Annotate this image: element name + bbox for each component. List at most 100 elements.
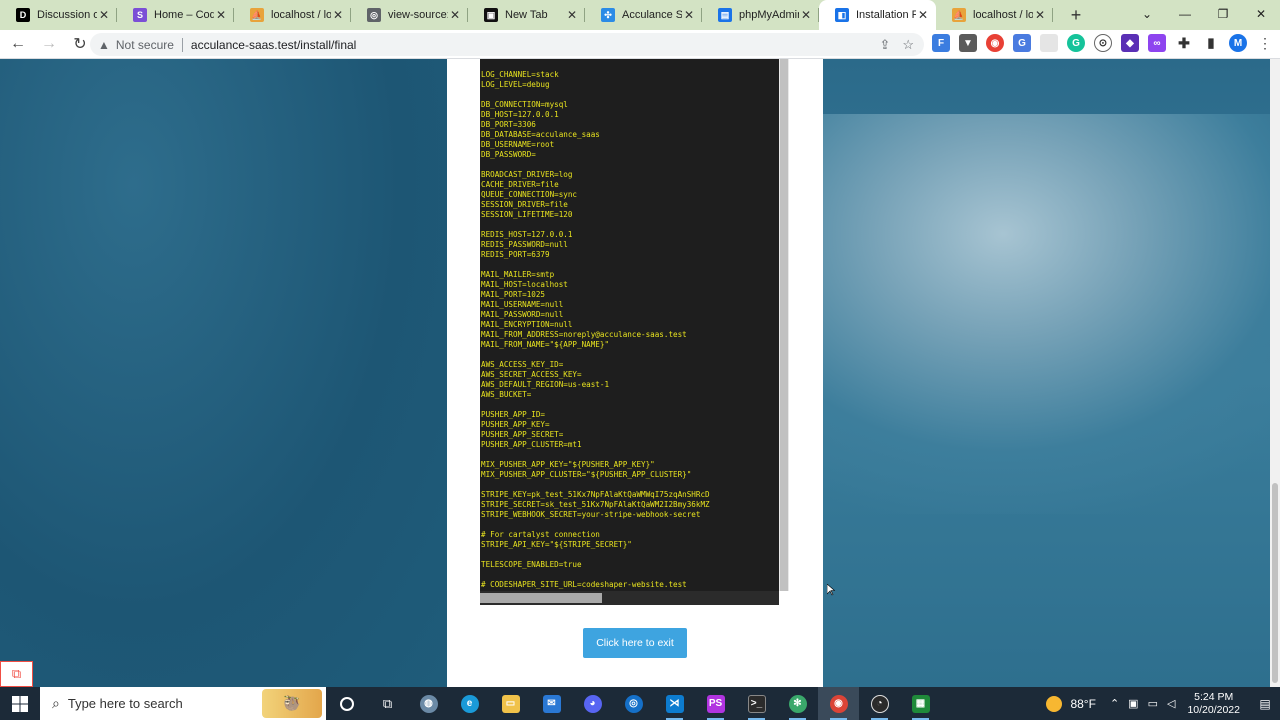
close-tab-icon[interactable]: ✕ [916,8,930,22]
close-tab-icon[interactable]: ✕ [214,8,228,22]
codeshaper-icon: S [133,8,147,22]
extension-icon[interactable]: ◆ [1121,34,1139,52]
window-controls: ⌄ — ❐ ✕ [1128,0,1280,30]
tab-title: New Tab [505,9,548,21]
task-view-icon[interactable]: ⧉ [367,687,408,720]
browser-tab[interactable]: ⛵ localhost / loc ✕ [234,0,351,30]
page-scrollbar[interactable] [1270,59,1280,687]
doc-icon: ▤ [718,8,732,22]
env-file-textarea[interactable]: LOG_CHANNEL=stack LOG_LEVEL=debug DB_CON… [480,59,779,605]
close-tab-icon[interactable]: ✕ [331,8,345,22]
extension-icon[interactable]: ⊙ [1094,34,1112,52]
close-tab-icon[interactable]: ✕ [97,8,111,22]
tab-search-icon[interactable]: ⌄ [1128,0,1166,28]
cortana-icon[interactable] [326,687,367,720]
volume-icon[interactable]: ◁ [1167,697,1175,710]
background-image-left [0,59,447,687]
extension-icon[interactable] [1040,34,1058,52]
env-file-content: LOG_CHANNEL=stack LOG_LEVEL=debug DB_CON… [481,70,710,589]
env-vertical-scrollbar[interactable] [779,59,789,591]
tab-title: phpMyAdmin [739,9,799,21]
browser-tab[interactable]: ◧ Installation Fi ✕ [819,0,936,30]
exit-button[interactable]: Click here to exit [583,628,687,658]
system-tray: 88°F ⌃ ▣ ▭ ◁ 5:24 PM 10/20/2022 ▤ [1046,687,1280,720]
back-button[interactable]: ← [5,31,31,57]
extension-icon[interactable]: ▼ [959,34,977,52]
clock-time: 5:24 PM [1194,690,1234,703]
mail-icon[interactable]: ✉ [531,687,572,720]
browser-tab[interactable]: ▤ phpMyAdmin ✕ [702,0,819,30]
minimize-button[interactable]: — [1166,0,1204,28]
omnibox-separator [181,37,183,52]
phpstorm-icon[interactable]: PS [695,687,736,720]
maximize-button[interactable]: ❐ [1204,0,1242,28]
close-window-button[interactable]: ✕ [1242,0,1280,28]
app-icon[interactable]: ▦ [900,687,941,720]
start-button[interactable] [0,687,40,720]
close-tab-icon[interactable]: ✕ [565,8,579,22]
browser-tab[interactable]: ◎ view-source: ✕ [351,0,468,30]
extension-icon[interactable]: F [932,34,950,52]
env-horizontal-scrollbar[interactable] [480,591,779,605]
close-tab-icon[interactable]: ✕ [448,8,462,22]
page-scroll-thumb[interactable] [1272,483,1278,683]
clock[interactable]: 5:24 PM 10/20/2022 [1187,691,1240,717]
edge-icon[interactable]: e [449,687,490,720]
tab-title: Discussion on [37,9,97,21]
installer-icon: ◧ [835,8,849,22]
terminal-icon[interactable]: >_ [736,687,777,720]
close-tab-icon[interactable]: ✕ [799,8,813,22]
app-icon[interactable]: ✻ [777,687,818,720]
forward-button[interactable]: → [36,31,62,57]
env-horizontal-scroll-thumb[interactable] [480,593,602,603]
notification-icon[interactable]: ▤ [1250,697,1280,711]
phpmyadmin-icon: ⛵ [250,8,264,22]
tab-list: DDiscussion on✕SHome – Code✕⛵localhost /… [0,0,1053,30]
network-icon[interactable]: ▭ [1148,697,1158,710]
env-vertical-scroll-thumb[interactable] [780,59,788,591]
tab-title: Home – Code [154,9,214,21]
globe-icon: ◎ [367,8,381,22]
not-secure-label[interactable]: Not secure [116,38,174,52]
chrome-icon[interactable]: ◉ [818,687,859,720]
outlook-icon[interactable]: ◎ [613,687,654,720]
discord-icon[interactable]: ◕ [572,687,613,720]
side-panel-icon[interactable]: ▮ [1202,34,1220,52]
url-text[interactable]: acculance-saas.test/install/final [191,38,356,52]
browser-tab[interactable]: D Discussion on✕ [0,0,117,30]
profile-avatar[interactable]: M [1229,34,1247,52]
dev-community-icon: D [16,8,30,22]
tab-strip: DDiscussion on✕SHome – Code✕⛵localhost /… [0,0,1280,30]
tab-title: view-source: [388,9,448,21]
app-icon[interactable]: ◔ [859,687,900,720]
weather-widget[interactable]: 88°F [1046,695,1096,712]
file-explorer-icon[interactable]: ▭ [490,687,531,720]
bookmark-star-icon[interactable]: ☆ [902,37,914,53]
close-tab-icon[interactable]: ✕ [1033,8,1047,22]
extensions-puzzle-icon[interactable]: ✚ [1175,34,1193,52]
warning-icon[interactable]: ▲ [98,38,110,52]
mouse-cursor-icon [827,584,835,596]
chevron-up-icon[interactable]: ⌃ [1110,697,1119,710]
address-bar[interactable]: ▲ Not secure acculance-saas.test/install… [90,33,924,56]
app-icon[interactable]: ◍ [408,687,449,720]
browser-tab[interactable]: ▣ New Tab ✕ [468,0,585,30]
tray-icons: ⌃ ▣ ▭ ◁ [1110,697,1176,710]
menu-dots-icon[interactable]: ⋮ [1258,35,1272,52]
search-highlight-illustration: 🦥 [262,689,322,718]
extension-icon[interactable]: ∞ [1148,34,1166,52]
close-tab-icon[interactable]: ✕ [682,8,696,22]
taskbar-search-box[interactable]: ⌕ Type here to search 🦥 [40,687,326,720]
extension-icon[interactable]: ◉ [986,34,1004,52]
share-icon[interactable]: ⇪ [879,37,890,53]
browser-tab[interactable]: S Home – Code✕ [117,0,234,30]
browser-tab[interactable]: ✣ Acculance Saa✕ [585,0,702,30]
translate-icon[interactable]: G [1013,34,1031,52]
browser-tab[interactable]: ⛵ localhost / loc ✕ [936,0,1053,30]
grammarly-icon[interactable]: G [1067,34,1085,52]
vscode-icon[interactable]: ⋊ [654,687,695,720]
windows-taskbar: ⌕ Type here to search 🦥 ⧉ ◍ e ▭ ✉ ◕ ◎ ⋊ … [0,687,1280,720]
new-tab-button[interactable]: + [1061,0,1091,30]
laravel-logo-icon[interactable]: ⧉ [0,661,33,687]
tray-app-icon[interactable]: ▣ [1128,697,1138,710]
